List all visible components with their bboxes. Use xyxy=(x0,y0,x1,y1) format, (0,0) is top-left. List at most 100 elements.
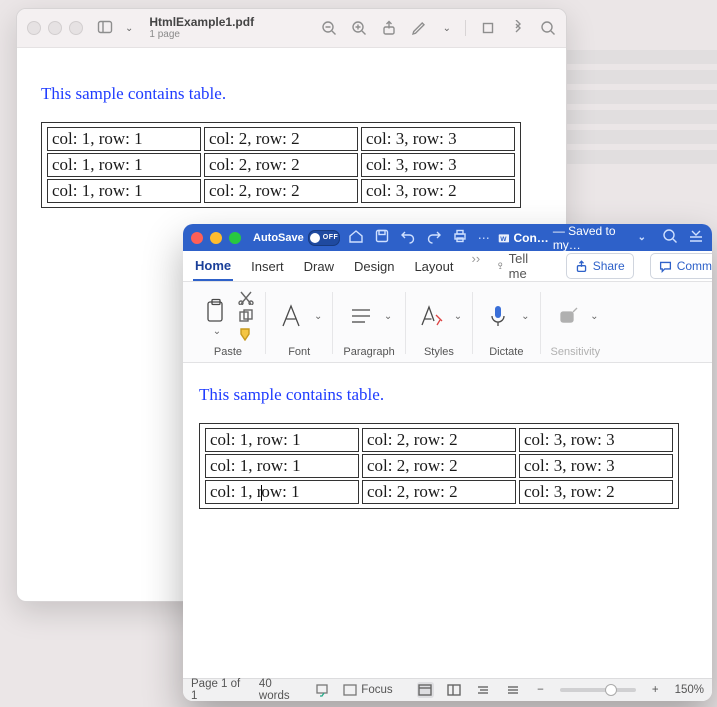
share-label: Share xyxy=(593,259,625,273)
close-traffic-light[interactable] xyxy=(191,232,203,244)
table-row: col: 1, row: 1col: 2, row: 2col: 3, row:… xyxy=(47,179,515,203)
table-cell[interactable]: col: 1, row: 1 xyxy=(205,428,359,452)
close-traffic-light[interactable] xyxy=(27,21,41,35)
focus-mode-button[interactable]: Focus xyxy=(343,684,392,696)
copy-icon[interactable] xyxy=(237,309,255,323)
table-cell[interactable]: col: 3, row: 2 xyxy=(519,480,673,504)
tab-insert[interactable]: Insert xyxy=(249,251,286,281)
sample-table[interactable]: col: 1, row: 1col: 2, row: 2col: 3, row:… xyxy=(199,423,679,509)
dictate-icon[interactable] xyxy=(483,301,513,331)
doc-name-text: Con… xyxy=(513,231,548,245)
print-icon[interactable] xyxy=(452,228,468,247)
autosave-label: AutoSave xyxy=(253,232,304,244)
minimize-traffic-light[interactable] xyxy=(48,21,62,35)
table-cell[interactable]: col: 1, row: 1 xyxy=(205,454,359,478)
search-icon[interactable] xyxy=(540,20,556,36)
zoom-level[interactable]: 150% xyxy=(675,684,704,696)
table-row[interactable]: col: 1, row: 1col: 2, row: 2col: 3, row:… xyxy=(205,454,673,478)
word-titlebar: AutoSave OFF ⋯ W Con… — Saved to my… ⌄ xyxy=(183,224,712,251)
table-cell[interactable]: col: 3, row: 3 xyxy=(519,454,673,478)
clipboard-group: ⌄ Paste xyxy=(191,286,265,362)
redo-icon[interactable] xyxy=(426,228,442,247)
view-outline-icon[interactable] xyxy=(475,682,492,698)
cut-icon[interactable] xyxy=(237,291,255,305)
autosave-toggle[interactable]: AutoSave OFF xyxy=(253,230,340,246)
sidebar-icon[interactable] xyxy=(97,19,113,38)
docname-caret[interactable]: ⌄ xyxy=(638,232,646,243)
tab-design[interactable]: Design xyxy=(352,251,396,281)
undo-icon[interactable] xyxy=(400,228,416,247)
qat-ellipsis[interactable]: ⋯ xyxy=(478,231,490,245)
sample-heading[interactable]: This sample contains table. xyxy=(199,385,696,405)
font-group[interactable]: ⌄ Font xyxy=(266,286,332,362)
ribbon-options-icon[interactable] xyxy=(688,228,704,247)
home-icon[interactable] xyxy=(348,228,364,247)
paragraph-group[interactable]: ⌄ Paragraph xyxy=(333,286,404,362)
table-row: col: 1, row: 1col: 2, row: 2col: 3, row:… xyxy=(47,127,515,151)
maximize-traffic-light[interactable] xyxy=(229,232,241,244)
window-controls[interactable] xyxy=(191,232,241,244)
doc-status-text: — Saved to my… xyxy=(553,224,632,252)
overflow-icon[interactable] xyxy=(510,20,526,36)
paragraph-menu-caret[interactable]: ⌄ xyxy=(384,311,392,322)
table-cell[interactable]: col: 3, row: 3 xyxy=(519,428,673,452)
minimize-traffic-light[interactable] xyxy=(210,232,222,244)
word-body[interactable]: This sample contains table. col: 1, row:… xyxy=(183,363,712,531)
comments-label: Comments xyxy=(677,259,712,273)
format-painter-icon[interactable] xyxy=(237,327,255,341)
markup-icon[interactable] xyxy=(411,20,427,36)
paste-menu-caret[interactable]: ⌄ xyxy=(213,326,221,337)
dictate-menu-caret[interactable]: ⌄ xyxy=(521,311,529,322)
tell-me-button[interactable]: Tell me xyxy=(496,251,534,281)
zoom-knob[interactable] xyxy=(605,684,617,696)
styles-label: Styles xyxy=(424,346,454,358)
toggle-switch[interactable]: OFF xyxy=(308,230,340,246)
tab-layout[interactable]: Layout xyxy=(412,251,455,281)
word-count[interactable]: 40 words xyxy=(259,678,303,701)
view-print-icon[interactable] xyxy=(417,682,434,698)
search-icon[interactable] xyxy=(662,228,678,247)
share-button[interactable]: Share xyxy=(566,253,634,279)
zoom-out-icon[interactable] xyxy=(321,20,337,36)
view-web-icon[interactable] xyxy=(446,682,463,698)
preview-right-icons: ⌄ xyxy=(321,20,556,36)
markup-menu-caret[interactable]: ⌄ xyxy=(443,23,451,34)
styles-group[interactable]: ⌄ Styles xyxy=(406,286,472,362)
share-icon[interactable] xyxy=(381,20,397,36)
font-menu-caret[interactable]: ⌄ xyxy=(314,311,322,322)
table-cell: col: 3, row: 2 xyxy=(361,179,515,203)
toggle-knob xyxy=(310,233,320,243)
font-icon[interactable] xyxy=(276,301,306,331)
table-cell[interactable]: col: 2, row: 2 xyxy=(362,454,516,478)
page-indicator[interactable]: Page 1 of 1 xyxy=(191,678,247,701)
maximize-traffic-light[interactable] xyxy=(69,21,83,35)
zoom-in-button[interactable]: + xyxy=(648,684,663,696)
spellcheck-indicator[interactable] xyxy=(315,683,331,697)
window-controls[interactable] xyxy=(27,21,83,35)
paste-icon[interactable] xyxy=(201,296,231,326)
table-cell[interactable]: col: 2, row: 2 xyxy=(362,480,516,504)
comments-button[interactable]: Comments xyxy=(650,253,712,279)
table-row[interactable]: col: 1, row: 1col: 2, row: 2col: 3, row:… xyxy=(205,480,673,504)
ribbon-more-icon[interactable]: ›› xyxy=(472,251,481,281)
zoom-out-button[interactable]: − xyxy=(533,684,548,696)
table-cell[interactable]: col: 2, row: 2 xyxy=(362,428,516,452)
table-cell: col: 2, row: 2 xyxy=(204,153,358,177)
tab-draw[interactable]: Draw xyxy=(302,251,336,281)
styles-icon[interactable] xyxy=(416,301,446,331)
save-icon[interactable] xyxy=(374,228,390,247)
styles-menu-caret[interactable]: ⌄ xyxy=(454,311,462,322)
paragraph-icon[interactable] xyxy=(346,301,376,331)
view-draft-icon[interactable] xyxy=(504,682,521,698)
table-cell[interactable]: col: 1, row: 1 xyxy=(205,480,359,504)
table-row[interactable]: col: 1, row: 1col: 2, row: 2col: 3, row:… xyxy=(205,428,673,452)
table-cell: col: 2, row: 2 xyxy=(204,179,358,203)
zoom-in-icon[interactable] xyxy=(351,20,367,36)
tab-home[interactable]: Home xyxy=(193,251,233,281)
dictate-group[interactable]: ⌄ Dictate xyxy=(473,286,539,362)
zoom-slider[interactable] xyxy=(560,688,636,692)
crop-icon[interactable] xyxy=(480,20,496,36)
sidebar-menu-caret[interactable]: ⌄ xyxy=(125,23,133,34)
svg-text:W: W xyxy=(500,235,507,242)
document-name[interactable]: W Con… — Saved to my… ⌄ xyxy=(498,224,646,252)
